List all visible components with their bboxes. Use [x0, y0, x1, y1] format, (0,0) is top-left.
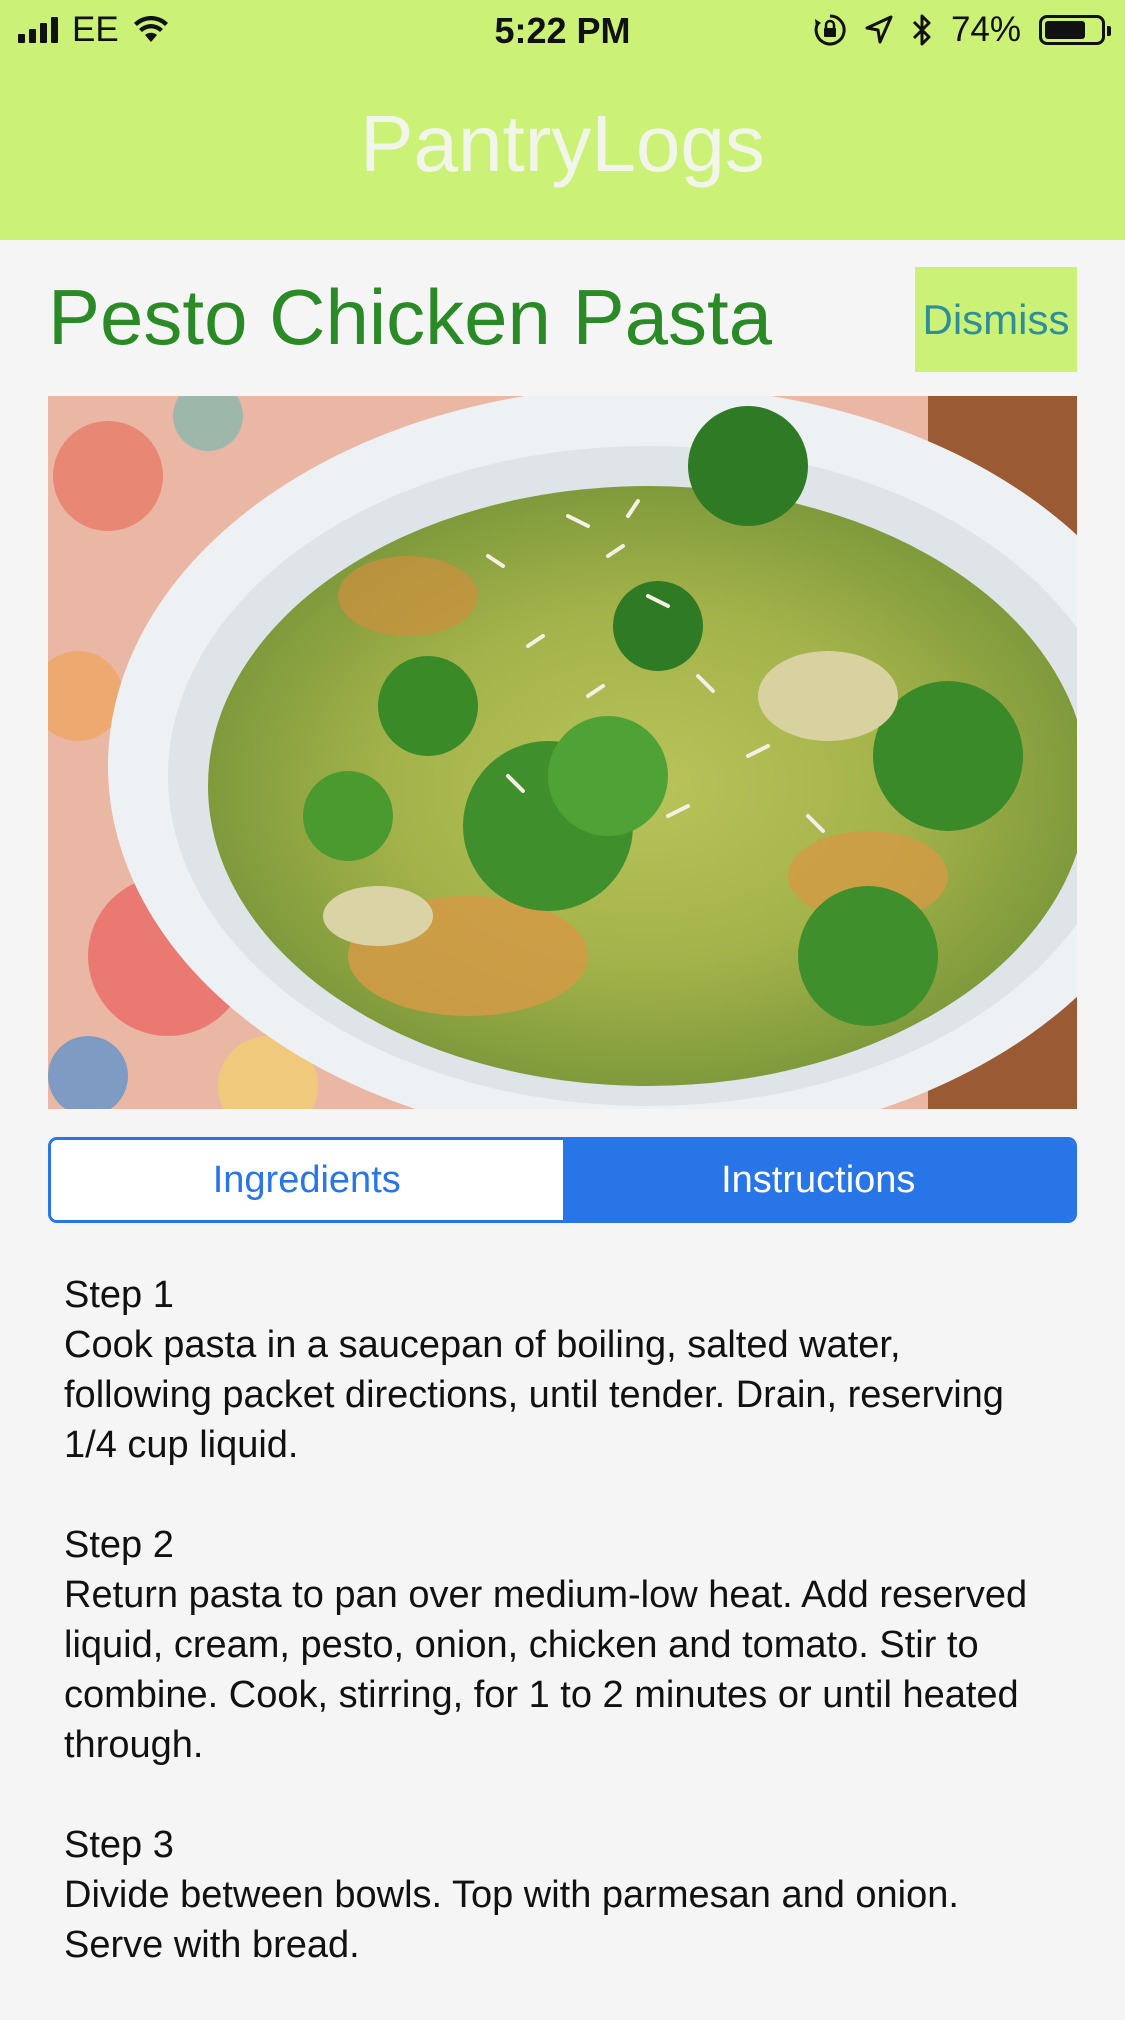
- battery-fill: [1045, 21, 1085, 39]
- recipe-title: Pesto Chicken Pasta: [48, 273, 773, 361]
- step-item: Step 2 Return pasta to pan over medium-l…: [64, 1520, 1044, 1770]
- step-text: Cook pasta in a saucepan of boiling, sal…: [64, 1324, 1004, 1466]
- battery-icon: [1039, 15, 1111, 45]
- step-item: Step 3 Divide between bowls. Top with pa…: [64, 1820, 1044, 1970]
- tab-ingredients[interactable]: Ingredients: [51, 1140, 563, 1220]
- tab-instructions[interactable]: Instructions: [562, 1140, 1074, 1220]
- step-item: Step 1 Cook pasta in a saucepan of boili…: [64, 1270, 1044, 1470]
- bluetooth-icon: [912, 14, 931, 46]
- battery-percent: 74%: [950, 10, 1021, 49]
- instructions-list: Step 1 Cook pasta in a saucepan of boili…: [64, 1270, 1044, 2020]
- recipe-photo: [48, 396, 1077, 1109]
- step-heading: Step 1: [64, 1274, 174, 1316]
- location-icon: [865, 15, 893, 44]
- dismiss-button[interactable]: Dismiss: [915, 267, 1077, 372]
- step-text: Return pasta to pan over medium-low heat…: [64, 1574, 1028, 1766]
- step-text: Divide between bowls. Top with parmesan …: [64, 1874, 959, 1966]
- orientation-lock-icon: [814, 14, 846, 46]
- step-heading: Step 2: [64, 1524, 174, 1566]
- status-bar: EE 5:22 PM 74%: [0, 0, 1125, 62]
- status-right: 74%: [813, 10, 1111, 50]
- app-title: PantryLogs: [360, 99, 765, 188]
- app-header: EE 5:22 PM 74% PantryLogs: [0, 0, 1125, 240]
- step-heading: Step 3: [64, 1824, 174, 1866]
- recipe-tabs: Ingredients Instructions: [48, 1137, 1077, 1223]
